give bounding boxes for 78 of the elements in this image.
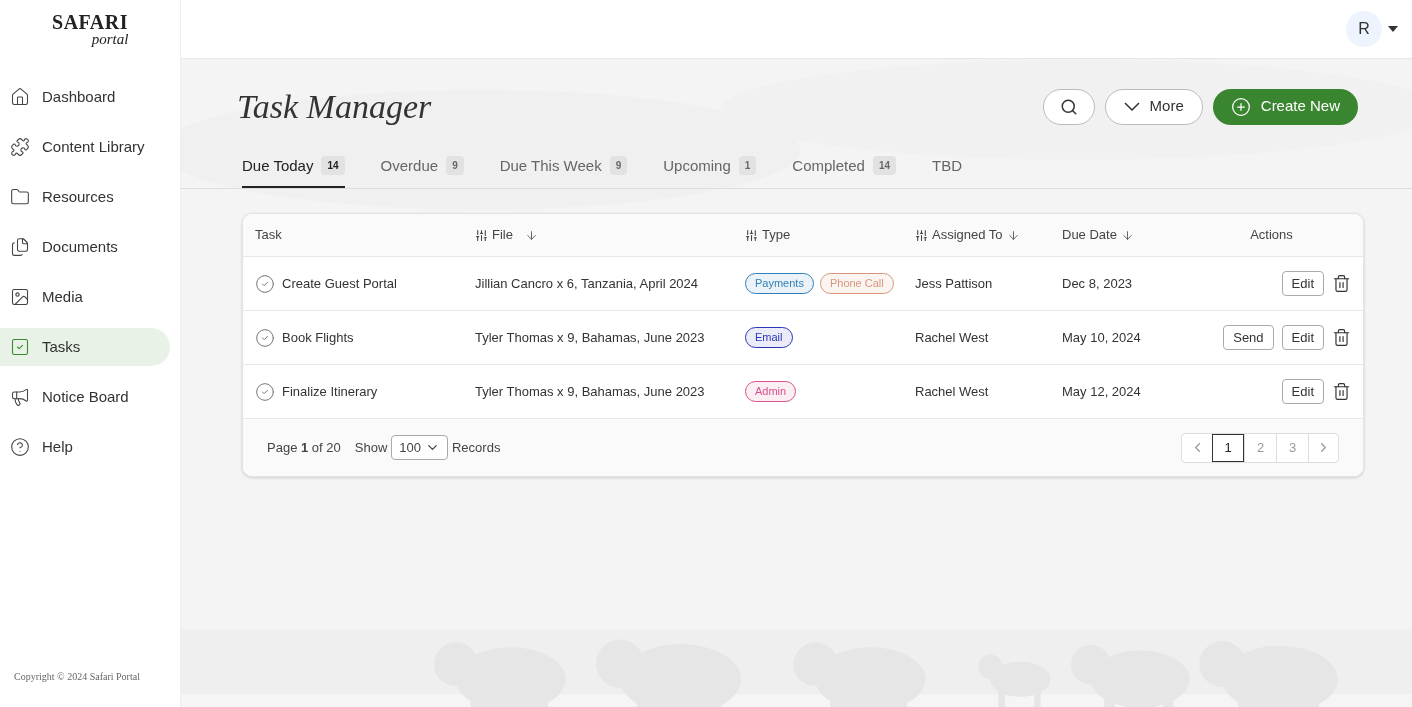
action-button[interactable]: Edit xyxy=(1281,325,1324,350)
page-size-select[interactable]: 100 xyxy=(391,435,448,460)
logo-title: SAFARI xyxy=(52,11,128,32)
table-cell-text: Tyler Thomas x 9, Bahamas, June 2023 xyxy=(475,328,706,347)
type-tag: Admin xyxy=(745,381,797,402)
page-info: Page 1 of 20 xyxy=(267,438,341,457)
column-header: Type xyxy=(762,226,791,245)
sort-arrow-icon[interactable] xyxy=(1120,228,1134,242)
image-icon xyxy=(10,287,30,307)
column-header: File xyxy=(492,226,513,245)
type-tag: Payments xyxy=(745,273,814,294)
table-cell-text: May 12, 2024 xyxy=(1062,382,1142,401)
sidebar-item[interactable]: Documents xyxy=(0,228,170,266)
chevron-down-icon xyxy=(1123,102,1140,111)
action-button[interactable]: Send xyxy=(1223,325,1274,350)
megaphone-icon xyxy=(10,387,30,407)
tab[interactable]: Completed 14 xyxy=(792,152,896,188)
tab[interactable]: Upcoming 1 xyxy=(663,152,757,188)
logo-subtitle: portal xyxy=(91,31,129,47)
records-label: Records xyxy=(452,438,501,457)
sidebar-item[interactable]: Media xyxy=(0,278,170,316)
column-header: Task xyxy=(255,226,282,245)
create-new-button[interactable]: Create New xyxy=(1212,88,1358,125)
type-tag: Email xyxy=(745,327,793,348)
tab[interactable]: TBD xyxy=(932,152,962,188)
filter-icon[interactable] xyxy=(745,228,758,242)
tab[interactable]: Due This Week 9 xyxy=(499,152,628,188)
table-cell-text: May 10, 2024 xyxy=(1062,328,1142,347)
complete-check-icon[interactable] xyxy=(255,327,275,348)
column-header: Due Date xyxy=(1062,226,1117,245)
documents-icon xyxy=(10,237,30,257)
show-label: Show xyxy=(354,438,388,457)
table-cell-text: Jess Pattison xyxy=(915,274,994,293)
complete-check-icon[interactable] xyxy=(255,381,275,402)
sort-arrow-icon[interactable] xyxy=(1006,228,1020,242)
count-badge: 9 xyxy=(446,156,464,175)
copyright-text: Copyright © 2024 Safari Portal xyxy=(14,671,140,682)
user-avatar[interactable]: R xyxy=(1346,11,1382,47)
type-tag: Phone Call xyxy=(819,273,894,294)
sort-arrow-icon[interactable] xyxy=(524,228,538,242)
help-icon xyxy=(10,437,30,457)
count-badge: 14 xyxy=(321,156,345,175)
tab[interactable]: Due Today 14 xyxy=(242,152,345,188)
action-button[interactable]: Edit xyxy=(1281,379,1324,404)
puzzle-icon xyxy=(10,137,30,157)
plus-circle-icon xyxy=(1230,96,1251,117)
folder-icon xyxy=(10,187,30,207)
caret-icon[interactable] xyxy=(1388,26,1398,32)
page-number[interactable]: 1 xyxy=(1212,433,1244,462)
table-cell-text: Rachel West xyxy=(915,328,990,347)
column-header: Assigned To xyxy=(932,226,1003,245)
delete-icon[interactable] xyxy=(1332,328,1351,347)
delete-icon[interactable] xyxy=(1332,382,1351,401)
table-cell-text: Create Guest Portal xyxy=(282,274,397,293)
column-header: Actions xyxy=(1250,226,1293,245)
action-button[interactable]: Edit xyxy=(1281,271,1324,296)
filter-icon[interactable] xyxy=(475,228,488,242)
table-cell-text: Jillian Cancro x 6, Tanzania, April 2024 xyxy=(475,274,700,293)
sidebar-item[interactable]: Notice Board xyxy=(0,378,170,416)
sidebar-item[interactable]: Dashboard xyxy=(0,78,170,116)
delete-icon[interactable] xyxy=(1332,274,1351,293)
house-icon xyxy=(10,87,30,107)
filter-icon[interactable] xyxy=(915,228,928,242)
table-cell-text: Dec 8, 2023 xyxy=(1062,274,1134,293)
sidebar-item[interactable]: Help xyxy=(0,428,170,466)
search-icon xyxy=(1059,97,1078,116)
sidebar-item[interactable]: Resources xyxy=(0,178,170,216)
table-cell-text: Finalize Itinerary xyxy=(282,382,378,401)
table-cell-text: Tyler Thomas x 9, Bahamas, June 2023 xyxy=(475,382,706,401)
table-cell-text: Rachel West xyxy=(915,382,990,401)
sidebar-item[interactable]: Content Library xyxy=(0,128,170,166)
sidebar-item[interactable]: Tasks xyxy=(0,328,170,366)
checkbox-icon xyxy=(10,337,30,357)
page-title: Task Manager xyxy=(237,87,432,127)
count-badge: 14 xyxy=(872,156,896,175)
complete-check-icon[interactable] xyxy=(255,273,275,294)
table-cell-text: Book Flights xyxy=(282,328,354,347)
tab[interactable]: Overdue 9 xyxy=(380,152,464,188)
